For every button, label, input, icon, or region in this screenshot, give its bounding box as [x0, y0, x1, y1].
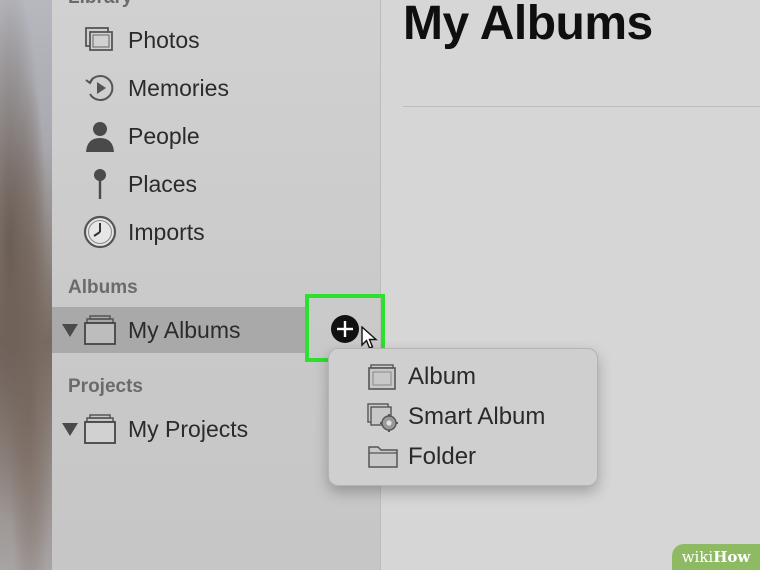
- title-divider: [403, 106, 760, 107]
- add-button[interactable]: [331, 315, 359, 343]
- folder-icon: [367, 443, 401, 473]
- projects-stack-icon: [82, 411, 118, 447]
- sidebar-item-label: Photos: [128, 26, 200, 53]
- menu-item-album[interactable]: Album: [329, 357, 597, 397]
- add-popup-menu: Album Smart Album Folder: [328, 348, 598, 486]
- library-section-label: Library: [68, 0, 132, 9]
- projects-section-label: Projects: [68, 376, 143, 397]
- albums-stack-icon: [82, 312, 118, 348]
- wikihow-watermark: wiki How: [672, 544, 760, 570]
- menu-item-label: Album: [408, 363, 477, 390]
- sidebar-item-label: People: [128, 122, 200, 149]
- photos-icon: [82, 22, 118, 58]
- menu-item-folder[interactable]: Folder: [329, 437, 597, 477]
- sidebar-item-label: Imports: [128, 218, 205, 245]
- page-title: My Albums: [403, 0, 653, 50]
- menu-item-smart-album[interactable]: Smart Album: [329, 397, 597, 437]
- desktop-wallpaper: [0, 0, 52, 570]
- sidebar-item-label: My Projects: [128, 415, 249, 442]
- albums-section-label: Albums: [68, 277, 138, 298]
- disclosure-triangle-icon[interactable]: [62, 423, 78, 436]
- sidebar-item-label: Memories: [128, 74, 229, 101]
- sidebar-item-imports[interactable]: Imports: [52, 209, 380, 255]
- sidebar-item-people[interactable]: People: [52, 113, 380, 159]
- people-icon: [82, 118, 118, 154]
- smart-album-icon: [367, 403, 401, 433]
- places-icon: [82, 166, 118, 202]
- sidebar-item-memories[interactable]: Memories: [52, 65, 380, 111]
- watermark-prefix: wiki: [681, 548, 714, 566]
- album-icon: [367, 363, 401, 393]
- plus-icon: [337, 321, 353, 337]
- memories-icon: [82, 70, 118, 106]
- sidebar-item-label: My Albums: [128, 316, 241, 343]
- disclosure-triangle-icon[interactable]: [62, 324, 78, 337]
- sidebar-item-photos[interactable]: Photos: [52, 17, 380, 63]
- watermark-suffix: How: [713, 548, 751, 566]
- sidebar: Library Photos Memories Pe: [52, 0, 381, 570]
- menu-item-label: Smart Album: [408, 403, 546, 430]
- sidebar-item-label: Places: [128, 170, 198, 197]
- menu-item-label: Folder: [408, 443, 477, 470]
- imports-icon: [82, 214, 118, 250]
- sidebar-item-places[interactable]: Places: [52, 161, 380, 207]
- sidebar-item-my-albums[interactable]: My Albums: [52, 307, 306, 353]
